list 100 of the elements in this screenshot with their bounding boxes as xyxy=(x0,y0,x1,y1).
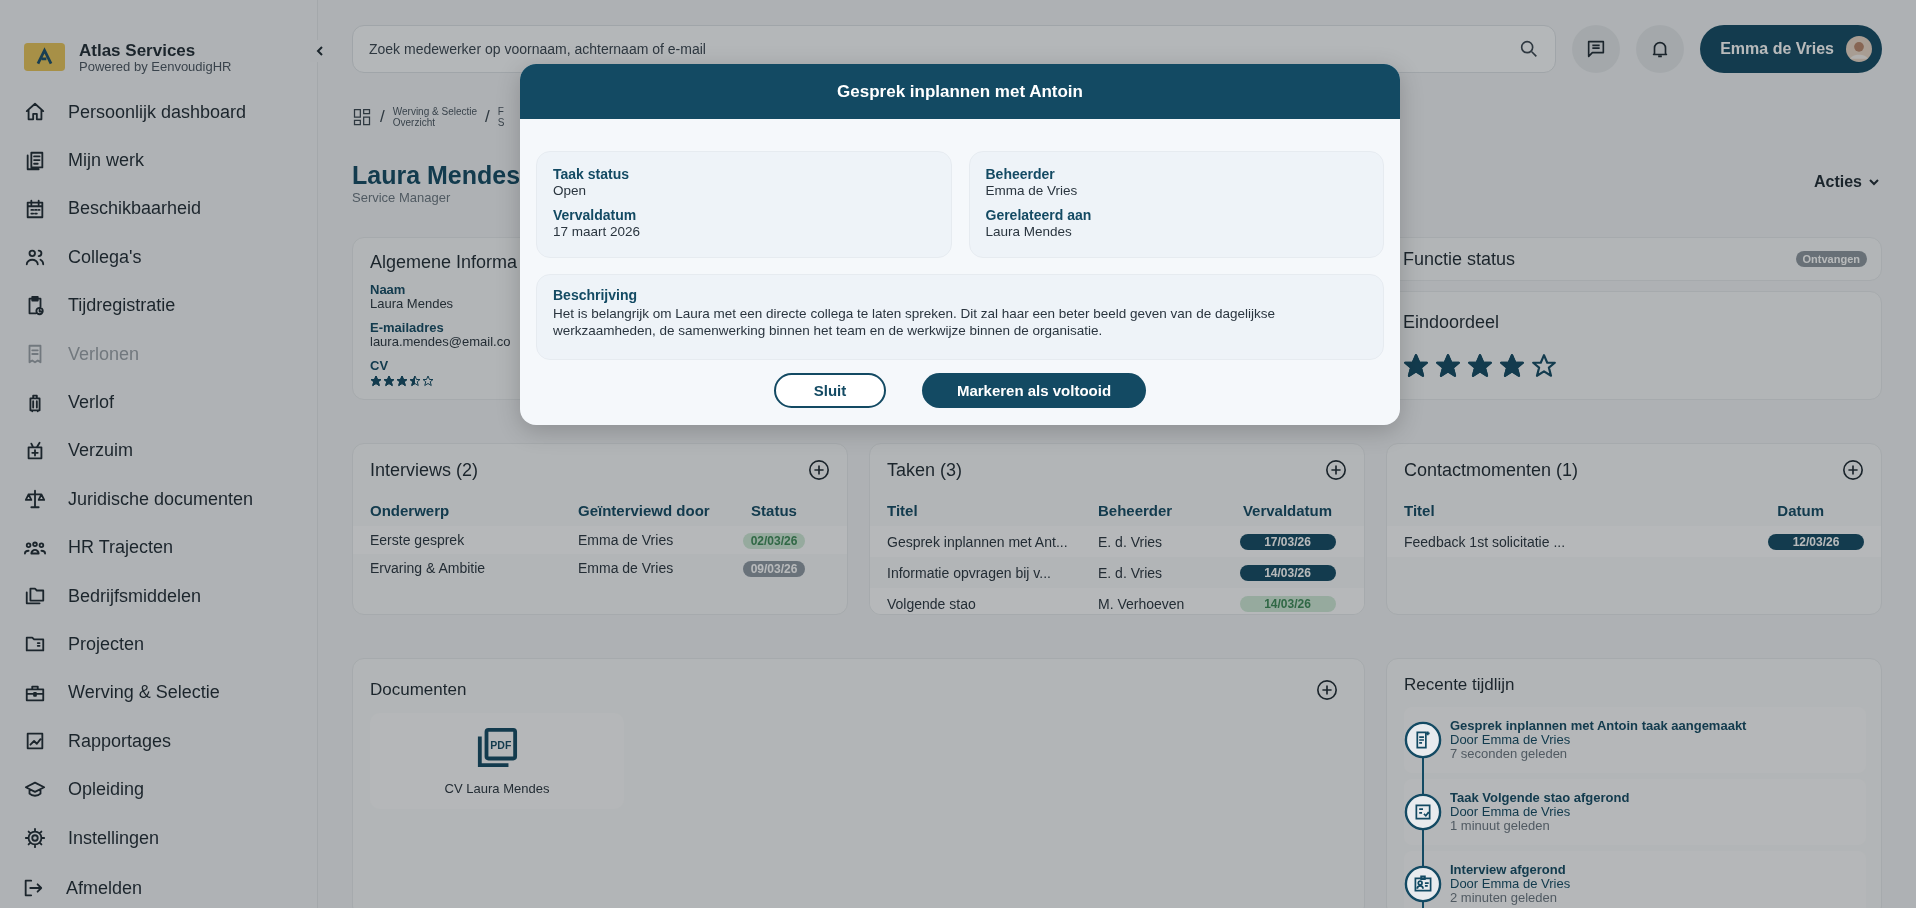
breadcrumb-link[interactable]: Werving & Selectie Overzicht xyxy=(392,106,478,128)
nav-item[interactable]: Tijdregistratie xyxy=(24,281,317,330)
star-icon xyxy=(396,375,408,387)
add-button[interactable] xyxy=(808,459,830,481)
date-badge: 02/03/26 xyxy=(743,532,805,549)
messages-button[interactable] xyxy=(1572,25,1621,73)
field-value: Laura Mendes xyxy=(370,297,454,311)
field-value: Emma de Vries xyxy=(985,182,1079,199)
nav-item[interactable]: Collega's xyxy=(24,233,317,282)
field-label: CV xyxy=(370,359,389,373)
grid-icon[interactable] xyxy=(352,107,372,127)
nav-item[interactable]: Opleiding xyxy=(24,765,317,814)
notifications-button[interactable] xyxy=(1636,25,1685,73)
star-icon xyxy=(409,375,421,387)
nav-item[interactable]: Instellingen xyxy=(24,813,317,863)
table-cell-text: Informatie opvragen bij v... xyxy=(887,564,1052,581)
field-label: Beschrijving xyxy=(553,287,639,303)
table-cell-text: Emma de Vries xyxy=(578,560,675,576)
card-title: Recente tijdlijn xyxy=(1404,675,1516,695)
field-label: Naam xyxy=(370,283,406,297)
column-header: Geïnterviewd door xyxy=(578,501,711,519)
logout-link[interactable]: Afmelden xyxy=(22,868,317,908)
date-badge: 17/03/26 xyxy=(1239,534,1336,550)
card-title: Documenten xyxy=(370,680,467,700)
card-title: Interviews (2) xyxy=(370,459,479,481)
file-name: CV Laura Mendes xyxy=(444,780,550,796)
add-button[interactable] xyxy=(1842,459,1864,481)
card-title: Eindoordeel xyxy=(1403,312,1500,333)
close-button[interactable]: Sluit xyxy=(774,373,886,408)
nav-item[interactable]: HR Trajecten xyxy=(24,523,317,572)
nav-item[interactable]: Verlof xyxy=(24,378,317,427)
add-button[interactable] xyxy=(1325,459,1347,481)
timeline-time: 1 minuut geleden xyxy=(1450,819,1551,833)
avatar-icon xyxy=(1846,36,1872,62)
table-row[interactable]: Volgende stao M. Verhoeven 14/03/26 xyxy=(870,588,1364,614)
date-badge: 14/03/26 xyxy=(1239,596,1336,612)
star-icon xyxy=(422,375,434,387)
nav-item[interactable]: Persoonlijk dashboard xyxy=(24,88,317,137)
nav-item[interactable]: Beschikbaarheid xyxy=(24,184,317,234)
job-title: Service Manager xyxy=(352,189,452,205)
star-icon xyxy=(383,375,395,387)
table-row[interactable]: Gesprek inplannen met Ant... E. d. Vries 17/03/26 xyxy=(870,526,1364,557)
nav-item[interactable]: Verzuim xyxy=(24,426,317,476)
add-button[interactable] xyxy=(1316,679,1338,701)
table-row[interactable]: Informatie opvragen bij v... E. d. Vries 14/03/26 xyxy=(870,557,1364,588)
card-title: Algemene Informa xyxy=(370,252,518,273)
timeline-author: Door Emma de Vries xyxy=(1450,805,1572,819)
column-header: Titel xyxy=(887,501,919,519)
nav-item[interactable]: Mijn werk xyxy=(24,136,317,185)
nav-item[interactable]: Rapportages xyxy=(24,717,317,766)
star-icon xyxy=(370,375,382,387)
actions-dropdown[interactable]: Acties xyxy=(1813,173,1880,191)
user-menu-button[interactable]: Emma de Vries xyxy=(1700,25,1882,73)
status-badge: Ontvangen xyxy=(1795,251,1867,267)
field-label: Beheerder xyxy=(985,166,1056,182)
nav-item[interactable]: Juridische documenten xyxy=(24,475,317,524)
card-title: Taken (3) xyxy=(887,459,963,481)
table-cell-text: Volgende stao xyxy=(887,595,977,612)
field-label: E-mailadres xyxy=(370,321,444,335)
field-label: Vervaldatum xyxy=(553,207,638,223)
star-icon xyxy=(1531,353,1557,379)
table-cell-text: Eerste gesprek xyxy=(370,532,466,548)
page-title: Laura Mendes xyxy=(352,159,521,190)
complete-button[interactable]: Markeren als voltooid xyxy=(922,373,1146,408)
card-title: Contactmomenten (1) xyxy=(1404,459,1579,481)
calendar-icon xyxy=(24,197,46,220)
date-badge: 14/03/26 xyxy=(1239,565,1336,581)
table-row[interactable]: Feedback 1st solicitatie ... 12/03/26 xyxy=(1387,526,1881,557)
star-icon xyxy=(1403,353,1429,379)
column-header: Onderwerp xyxy=(370,501,451,519)
table-cell-text: Ervaring & Ambitie xyxy=(370,560,487,576)
document-list-icon xyxy=(24,149,46,172)
card-title: Functie status xyxy=(1403,248,1516,270)
field-label: Taak status xyxy=(553,166,630,182)
field-value: Laura Mendes xyxy=(985,223,1073,240)
table-cell-text: E. d. Vries xyxy=(1098,564,1164,581)
table-cell-text: Emma de Vries xyxy=(578,532,675,548)
table-row[interactable]: Ervaring & Ambitie Emma de Vries 09/03/26 xyxy=(353,554,847,582)
column-header: Beheerder xyxy=(1098,501,1174,519)
breadcrumb-separator: / xyxy=(485,107,490,127)
table-cell-text: M. Verhoeven xyxy=(1098,595,1186,612)
timeline-author: Door Emma de Vries xyxy=(1450,877,1571,891)
brand-name: Atlas Services xyxy=(79,40,197,60)
nav-item[interactable]: Werving & Selectie xyxy=(24,668,317,718)
star-icon xyxy=(1499,353,1525,379)
timeline-title: Taak Volgende stao afgerond xyxy=(1450,791,1630,805)
table-row[interactable]: Eerste gesprek Emma de Vries 02/03/26 xyxy=(353,526,847,554)
timeline-author: Door Emma de Vries xyxy=(1450,733,1572,747)
table-cell-text: Feedback 1st solicitatie ... xyxy=(1404,533,1567,550)
scales-icon xyxy=(24,488,46,511)
settings-icon xyxy=(24,827,46,850)
nav-item[interactable]: Bedrijfsmiddelen xyxy=(24,571,317,621)
brand-tagline: Powered by EenvoudigHR xyxy=(79,59,232,74)
nav-item[interactable]: Projecten xyxy=(24,620,317,669)
timeline-time: 7 seconden geleden xyxy=(1450,747,1569,761)
timeline-title: Gesprek inplannen met Antoin taak aangemaakt xyxy=(1450,719,1747,733)
chevron-left-icon xyxy=(314,45,326,57)
breadcrumb-link[interactable]: F S xyxy=(497,106,505,128)
table-cell-text: Gesprek inplannen met Ant... xyxy=(887,533,1069,550)
field-value: laura.mendes@email.co xyxy=(370,335,511,349)
